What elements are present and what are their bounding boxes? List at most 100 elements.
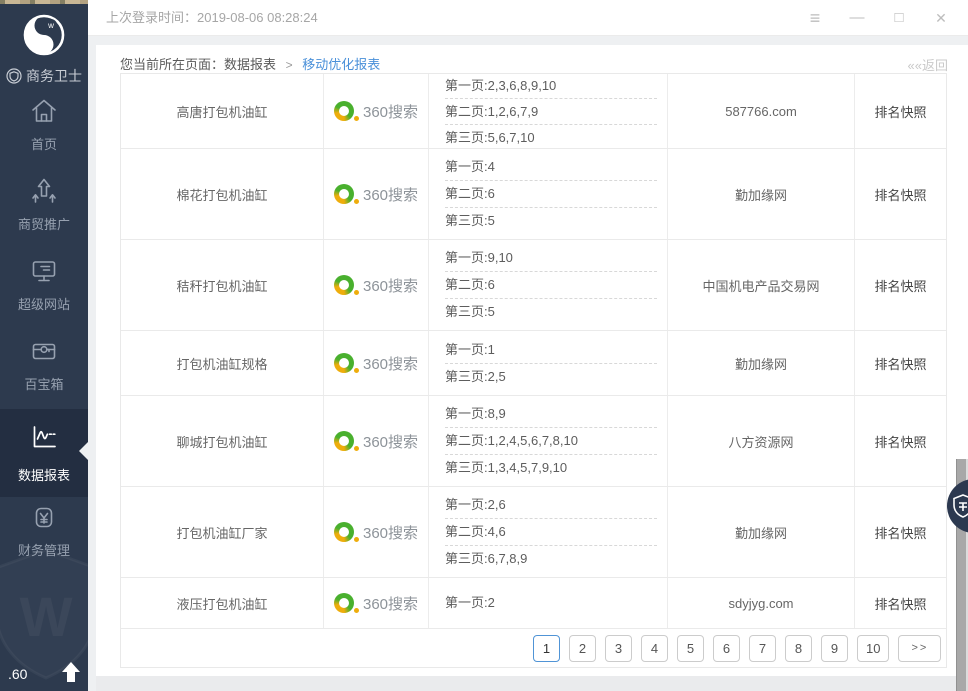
engine-cell: 360搜索 [323, 396, 428, 486]
snapshot-link[interactable]: 排名快照 [854, 487, 946, 577]
rankings-cell: 第一页:2,3,6,8,9,10第二页:1,2,6,7,9第三页:5,6,7,1… [428, 74, 667, 148]
page-button-6[interactable]: 6 [713, 635, 740, 662]
sidebar-item-data-report[interactable]: 数据报表 [0, 409, 88, 497]
page-button-7[interactable]: 7 [749, 635, 776, 662]
engine-label: 360搜索 [363, 593, 418, 614]
360-search-logo-icon [334, 353, 354, 373]
sidebar-item-toolbox[interactable]: 百宝箱 [0, 335, 88, 407]
page-button-10[interactable]: 10 [857, 635, 889, 662]
engine-label: 360搜索 [363, 101, 418, 122]
rankings-cell: 第一页:9,10第二页:6第三页:5 [428, 240, 667, 330]
report-table: 高唐打包机油缸360搜索第一页:2,3,6,8,9,10第二页:1,2,6,7,… [120, 73, 947, 668]
breadcrumb-current-link[interactable]: 移动优化报表 [302, 57, 380, 72]
website-cell: 勤加缘网 [667, 487, 854, 577]
sidebar-item-promotion[interactable]: 商贸推广 [0, 175, 88, 247]
engine-cell: 360搜索 [323, 487, 428, 577]
engine-label: 360搜索 [363, 353, 418, 374]
engine-label: 360搜索 [363, 522, 418, 543]
finance-jar-icon [28, 501, 60, 533]
rankings-cell: 第一页:1第三页:2,5 [428, 331, 667, 395]
promote-arrows-icon [28, 175, 60, 207]
snapshot-link[interactable]: 排名快照 [854, 331, 946, 395]
home-icon [28, 95, 60, 127]
ranking-line: 第一页:2,6 [445, 492, 657, 519]
360-search-logo-icon [334, 593, 354, 613]
version-fragment: .60 [8, 666, 27, 682]
page-button-4[interactable]: 4 [641, 635, 668, 662]
page-button-2[interactable]: 2 [569, 635, 596, 662]
next-page-button[interactable]: >> [898, 635, 941, 662]
maximize-icon[interactable]: □ [878, 0, 920, 36]
page-button-3[interactable]: 3 [605, 635, 632, 662]
page-button-5[interactable]: 5 [677, 635, 704, 662]
website-cell: 中国机电产品交易网 [667, 240, 854, 330]
close-icon[interactable]: ✕ [920, 0, 962, 36]
website-cell: 勤加缘网 [667, 149, 854, 239]
keyword-cell: 秸秆打包机油缸 [121, 240, 323, 330]
svg-text:w: w [47, 21, 54, 30]
ranking-line: 第三页:6,7,8,9 [445, 546, 657, 572]
rankings-cell: 第一页:2 [428, 578, 667, 628]
engine-cell: 360搜索 [323, 74, 428, 148]
window-controls: ≡ — □ ✕ [794, 0, 962, 36]
keyword-cell: 高唐打包机油缸 [121, 74, 323, 148]
app-window: w 商务卫士 首页 商贸推广 [0, 0, 968, 691]
table-row: 液压打包机油缸360搜索第一页:2sdyjyg.com排名快照 [121, 578, 946, 629]
sidebar-item-label: 首页 [31, 134, 57, 153]
ranking-line: 第二页:1,2,4,5,6,7,8,10 [445, 428, 657, 455]
ranking-line: 第一页:2,3,6,8,9,10 [445, 74, 657, 99]
last-login-time: 上次登录时间：2019-08-06 08:28:24 [106, 0, 318, 36]
sidebar-item-home[interactable]: 首页 [0, 95, 88, 167]
page-button-9[interactable]: 9 [821, 635, 848, 662]
engine-label: 360搜索 [363, 275, 418, 296]
ranking-line: 第一页:1 [445, 337, 657, 364]
ranking-line: 第二页:6 [445, 272, 657, 299]
keyword-cell: 聊城打包机油缸 [121, 396, 323, 486]
minimize-icon[interactable]: — [836, 0, 878, 36]
snapshot-link[interactable]: 排名快照 [854, 74, 946, 148]
keyword-cell: 打包机油缸厂家 [121, 487, 323, 577]
app-logo-icon: w [21, 12, 67, 58]
sidebar-item-label: 超级网站 [18, 294, 70, 313]
engine-cell: 360搜索 [323, 578, 428, 628]
snapshot-link[interactable]: 排名快照 [854, 240, 946, 330]
breadcrumb-separator: > [286, 58, 293, 72]
360-search-logo-icon [334, 275, 354, 295]
rankings-cell: 第一页:4第二页:6第三页:5 [428, 149, 667, 239]
360-search-logo-icon [334, 184, 354, 204]
brand: 商务卫士 [0, 66, 88, 86]
engine-cell: 360搜索 [323, 149, 428, 239]
back-to-top-button[interactable] [62, 662, 80, 682]
snapshot-link[interactable]: 排名快照 [854, 149, 946, 239]
sidebar-footer: .60 [0, 659, 88, 687]
website-cell: 587766.com [667, 74, 854, 148]
website-cell: 八方资源网 [667, 396, 854, 486]
ranking-line: 第二页:4,6 [445, 519, 657, 546]
monitor-icon [28, 255, 60, 287]
table-row: 打包机油缸厂家360搜索第一页:2,6第二页:4,6第三页:6,7,8,9勤加缘… [121, 487, 946, 578]
sidebar-item-super-website[interactable]: 超级网站 [0, 255, 88, 327]
table-row: 打包机油缸规格360搜索第一页:1第三页:2,5勤加缘网排名快照 [121, 331, 946, 396]
keyword-cell: 打包机油缸规格 [121, 331, 323, 395]
breadcrumb: 您当前所在页面：数据报表 > 移动优化报表 [120, 54, 380, 73]
back-link[interactable]: ««返回 [908, 55, 948, 74]
engine-cell: 360搜索 [323, 240, 428, 330]
snapshot-link[interactable]: 排名快照 [854, 578, 946, 628]
topbar-separator [88, 36, 968, 45]
main-content: 您当前所在页面：数据报表 > 移动优化报表 ««返回 高唐打包机油缸360搜索第… [96, 45, 968, 676]
website-cell: 勤加缘网 [667, 331, 854, 395]
ranking-line: 第三页:1,3,4,5,7,9,10 [445, 455, 657, 481]
sidebar-item-label: 数据报表 [18, 465, 70, 484]
ranking-line: 第三页:2,5 [445, 364, 657, 390]
rankings-cell: 第一页:2,6第二页:4,6第三页:6,7,8,9 [428, 487, 667, 577]
sidebar: w 商务卫士 首页 商贸推广 [0, 4, 88, 691]
ranking-line: 第三页:5 [445, 299, 657, 325]
table-row: 聊城打包机油缸360搜索第一页:8,9第二页:1,2,4,5,6,7,8,10第… [121, 396, 946, 487]
menu-icon[interactable]: ≡ [794, 0, 836, 36]
report-table-rows: 高唐打包机油缸360搜索第一页:2,3,6,8,9,10第二页:1,2,6,7,… [121, 74, 946, 629]
ranking-line: 第一页:9,10 [445, 245, 657, 272]
page-button-8[interactable]: 8 [785, 635, 812, 662]
page-button-1[interactable]: 1 [533, 635, 560, 662]
toolbox-icon [28, 335, 60, 367]
snapshot-link[interactable]: 排名快照 [854, 396, 946, 486]
